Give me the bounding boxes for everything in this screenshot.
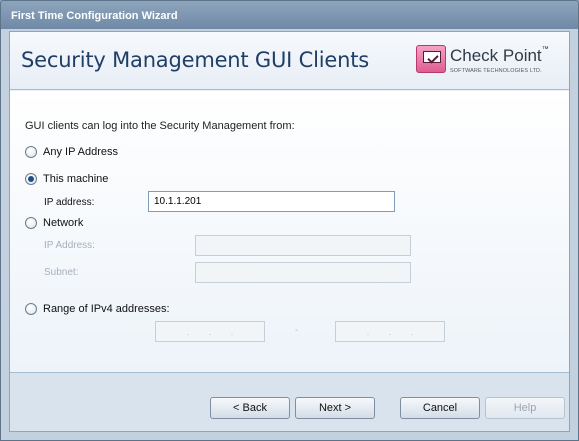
range-label: Range of IPv4 addresses: — [43, 303, 170, 315]
radio-range[interactable]: Range of IPv4 addresses: — [25, 303, 170, 315]
range-separator: - — [295, 325, 299, 336]
intro-text: GUI clients can log into the Security Ma… — [25, 120, 295, 132]
any-ip-radio-button[interactable] — [25, 146, 37, 158]
wizard-window: First Time Configuration Wizard Security… — [0, 0, 579, 441]
network-subnet-label: Subnet: — [44, 267, 79, 278]
network-radio-button[interactable] — [25, 217, 37, 229]
wizard-body — [10, 91, 569, 372]
this-machine-label: This machine — [43, 173, 109, 185]
network-ip-input[interactable] — [195, 235, 411, 256]
any-ip-label: Any IP Address — [43, 146, 119, 158]
radio-this-machine[interactable]: This machine — [25, 173, 108, 185]
range-start-dots: ... — [186, 327, 234, 337]
radio-network[interactable]: Network — [25, 217, 83, 229]
logo-subtitle: SOFTWARE TECHNOLOGIES LTD. — [450, 68, 542, 74]
radio-any-ip[interactable]: Any IP Address — [25, 146, 118, 158]
window-title: First Time Configuration Wizard — [1, 1, 578, 29]
wizard-client-area: Security Management GUI Clients Check Po… — [9, 31, 570, 432]
this-machine-radio-button[interactable] — [25, 173, 37, 185]
range-end-dots: ... — [366, 327, 414, 337]
this-machine-ip-input[interactable]: 10.1.1.201 — [148, 191, 395, 212]
range-radio-button[interactable] — [25, 303, 37, 315]
network-ip-label: IP Address: — [44, 240, 95, 251]
check-point-logo: Check Point™ SOFTWARE TECHNOLOGIES LTD. — [416, 44, 566, 78]
wizard-header: Security Management GUI Clients Check Po… — [10, 32, 569, 90]
cancel-button[interactable]: Cancel — [400, 397, 480, 419]
logo-name: Check Point — [450, 46, 542, 65]
back-button[interactable]: < Back — [210, 397, 290, 419]
next-button[interactable]: Next > — [295, 397, 375, 419]
network-label: Network — [43, 217, 84, 229]
check-point-logo-icon — [416, 45, 446, 73]
logo-trademark: ™ — [541, 46, 549, 53]
network-subnet-input[interactable] — [195, 262, 411, 283]
this-machine-ip-label: IP address: — [44, 197, 95, 208]
help-button[interactable]: Help — [485, 397, 565, 419]
page-title: Security Management GUI Clients — [21, 48, 369, 72]
